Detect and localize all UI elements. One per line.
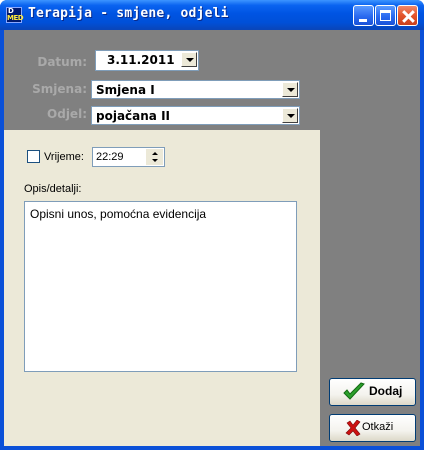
dialog-window: D MED Terapija - smjene, odjeli Datum: S… — [0, 0, 424, 450]
smjena-dropdown[interactable]: Smjena I — [91, 80, 300, 99]
x-icon — [345, 420, 361, 436]
vrijeme-label: Vrijeme: — [44, 151, 84, 163]
checkmark-icon — [343, 382, 365, 400]
odjel-value: pojačana II — [96, 109, 171, 123]
spin-up-icon[interactable] — [146, 149, 163, 157]
maximize-button[interactable] — [375, 5, 396, 26]
window-title: Terapija - smjene, odjeli — [28, 6, 229, 21]
minimize-button[interactable] — [353, 5, 374, 26]
smjena-label: Smjena: — [32, 82, 87, 96]
otkazi-button[interactable]: Otkaži — [329, 414, 416, 442]
odjel-dropdown[interactable]: pojačana II — [91, 106, 300, 125]
opis-value: Opisni unos, pomoćna evidencija — [30, 207, 207, 221]
app-icon-bottom: MED — [7, 14, 24, 22]
opis-label: Opis/detalji: — [24, 183, 82, 195]
chevron-down-icon[interactable] — [181, 52, 197, 67]
app-icon: D MED — [6, 7, 24, 23]
datum-dropdown[interactable]: 3.11.2011 — [95, 50, 199, 71]
spin-down-icon[interactable] — [146, 157, 163, 165]
vrijeme-value: 22:29 — [96, 151, 124, 163]
chevron-down-icon[interactable] — [282, 108, 298, 123]
chevron-down-icon[interactable] — [282, 82, 298, 97]
dodaj-button[interactable]: Dodaj — [329, 378, 416, 406]
smjena-value: Smjena I — [96, 83, 155, 97]
datum-value: 3.11.2011 — [107, 53, 175, 67]
odjel-label: Odjel: — [47, 107, 87, 121]
opis-textarea[interactable]: Opisni unos, pomoćna evidencija — [24, 201, 297, 372]
close-button[interactable] — [397, 5, 418, 26]
vrijeme-checkbox[interactable] — [27, 150, 40, 163]
otkazi-label: Otkaži — [362, 421, 394, 433]
title-bar[interactable]: D MED Terapija - smjene, odjeli — [0, 0, 424, 30]
dodaj-label: Dodaj — [369, 384, 403, 398]
time-spinner[interactable] — [146, 149, 163, 165]
datum-label: Datum: — [37, 55, 87, 69]
vrijeme-time-field[interactable]: 22:29 — [92, 147, 165, 167]
